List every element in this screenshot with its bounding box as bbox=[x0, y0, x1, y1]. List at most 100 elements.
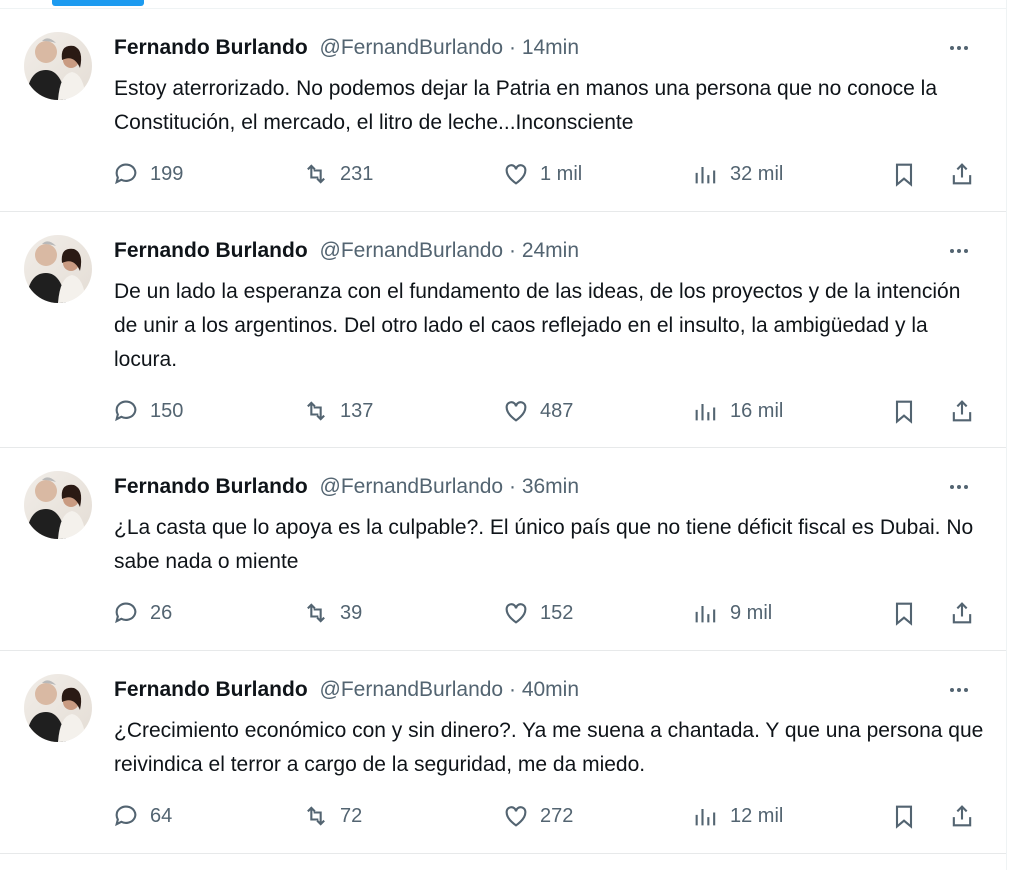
retweet-icon bbox=[307, 603, 325, 623]
reply-button[interactable]: 150 bbox=[112, 394, 183, 428]
timeline-right-border bbox=[1006, 0, 1007, 870]
reply-count: 199 bbox=[150, 162, 184, 185]
separator-dot: · bbox=[508, 678, 516, 701]
retweet-button[interactable]: 39 bbox=[302, 596, 362, 630]
active-tab-indicator bbox=[52, 0, 144, 6]
tweet[interactable]: Fernando Burlando @FernandBurlando · 24m… bbox=[0, 212, 1006, 448]
reply-count: 64 bbox=[150, 804, 173, 827]
like-count: 1 mil bbox=[540, 162, 583, 185]
timestamp[interactable]: 24min bbox=[522, 239, 579, 262]
retweet-count: 72 bbox=[340, 804, 363, 827]
tweet-actions: 150 137 487 16 mil bbox=[112, 394, 992, 428]
tweet-actions: 64 72 272 12 mil bbox=[112, 799, 992, 833]
author-handle[interactable]: @FernandBurlando bbox=[320, 475, 504, 498]
tweet-header: Fernando Burlando @FernandBurlando · 40m… bbox=[114, 676, 946, 704]
views-count: 32 mil bbox=[730, 162, 784, 185]
avatar[interactable] bbox=[24, 674, 92, 742]
share-button[interactable] bbox=[948, 596, 976, 630]
like-button[interactable]: 1 mil bbox=[502, 157, 582, 191]
timestamp[interactable]: 14min bbox=[522, 36, 579, 59]
like-count: 272 bbox=[540, 804, 574, 827]
author-name[interactable]: Fernando Burlando bbox=[114, 36, 308, 59]
more-options-icon[interactable] bbox=[944, 679, 974, 701]
views-chart-icon bbox=[695, 809, 716, 826]
bookmark-icon bbox=[895, 602, 913, 626]
tweet-text: De un lado la esperanza con el fundament… bbox=[114, 280, 961, 371]
share-icon bbox=[952, 805, 972, 827]
author-handle[interactable]: @FernandBurlando bbox=[320, 678, 504, 701]
tweet-header: Fernando Burlando @FernandBurlando · 36m… bbox=[114, 473, 946, 501]
like-count: 487 bbox=[540, 399, 574, 422]
avatar[interactable] bbox=[24, 235, 92, 303]
reply-button[interactable]: 64 bbox=[112, 799, 172, 833]
retweet-icon bbox=[307, 401, 325, 421]
views-button[interactable]: 12 mil bbox=[692, 799, 783, 833]
reply-button[interactable]: 26 bbox=[112, 596, 172, 630]
retweet-icon bbox=[307, 164, 325, 184]
tweet-timeline: Fernando Burlando @FernandBurlando · 14m… bbox=[0, 9, 1006, 854]
views-chart-icon bbox=[695, 167, 716, 184]
retweet-button[interactable]: 231 bbox=[302, 157, 373, 191]
views-chart-icon bbox=[695, 606, 716, 623]
tweet-text: ¿Crecimiento económico con y sin dinero?… bbox=[114, 719, 984, 776]
views-button[interactable]: 9 mil bbox=[692, 596, 772, 630]
bookmark-button[interactable] bbox=[890, 394, 918, 428]
share-icon bbox=[952, 400, 972, 422]
tweet-text: Estoy aterrorizado. No podemos dejar la … bbox=[114, 77, 937, 134]
tweet-actions: 26 39 152 9 mil bbox=[112, 596, 992, 630]
bookmark-button[interactable] bbox=[890, 596, 918, 630]
share-button[interactable] bbox=[948, 157, 976, 191]
views-button[interactable]: 32 mil bbox=[692, 157, 783, 191]
retweet-button[interactable]: 72 bbox=[302, 799, 362, 833]
author-name[interactable]: Fernando Burlando bbox=[114, 239, 308, 262]
more-options-icon[interactable] bbox=[944, 476, 974, 498]
views-chart-icon bbox=[695, 404, 716, 421]
reply-icon bbox=[115, 163, 137, 185]
views-count: 9 mil bbox=[730, 601, 773, 624]
avatar[interactable] bbox=[24, 32, 92, 100]
author-name[interactable]: Fernando Burlando bbox=[114, 475, 308, 498]
author-handle[interactable]: @FernandBurlando bbox=[320, 239, 504, 262]
tweet[interactable]: Fernando Burlando @FernandBurlando · 36m… bbox=[0, 448, 1006, 651]
separator-dot: · bbox=[508, 36, 516, 59]
reply-count: 26 bbox=[150, 601, 173, 624]
like-button[interactable]: 487 bbox=[502, 394, 573, 428]
reply-icon bbox=[115, 805, 137, 827]
share-button[interactable] bbox=[948, 799, 976, 833]
author-name[interactable]: Fernando Burlando bbox=[114, 678, 308, 701]
reply-icon bbox=[115, 602, 137, 624]
tweet-header: Fernando Burlando @FernandBurlando · 24m… bbox=[114, 237, 946, 265]
like-button[interactable]: 272 bbox=[502, 799, 573, 833]
reply-button[interactable]: 199 bbox=[112, 157, 183, 191]
share-icon bbox=[952, 163, 972, 185]
bookmark-icon bbox=[895, 163, 913, 187]
heart-icon bbox=[505, 401, 527, 422]
like-count: 152 bbox=[540, 601, 574, 624]
tweet-header: Fernando Burlando @FernandBurlando · 14m… bbox=[114, 34, 946, 62]
views-button[interactable]: 16 mil bbox=[692, 394, 783, 428]
bookmark-icon bbox=[895, 400, 913, 424]
tweet[interactable]: Fernando Burlando @FernandBurlando · 14m… bbox=[0, 9, 1006, 212]
separator-dot: · bbox=[508, 475, 516, 498]
timestamp[interactable]: 36min bbox=[522, 475, 579, 498]
tweet[interactable]: Fernando Burlando @FernandBurlando · 40m… bbox=[0, 651, 1006, 854]
share-button[interactable] bbox=[948, 394, 976, 428]
retweet-button[interactable]: 137 bbox=[302, 394, 373, 428]
reply-count: 150 bbox=[150, 399, 184, 422]
tweet-actions: 199 231 1 mil 32 mil bbox=[112, 157, 992, 191]
separator-dot: · bbox=[508, 239, 516, 262]
avatar[interactable] bbox=[24, 471, 92, 539]
bookmark-button[interactable] bbox=[890, 157, 918, 191]
views-count: 12 mil bbox=[730, 804, 784, 827]
author-handle[interactable]: @FernandBurlando bbox=[320, 36, 504, 59]
heart-icon bbox=[505, 164, 527, 185]
like-button[interactable]: 152 bbox=[502, 596, 573, 630]
timestamp[interactable]: 40min bbox=[522, 678, 579, 701]
more-options-icon[interactable] bbox=[944, 240, 974, 262]
views-count: 16 mil bbox=[730, 399, 784, 422]
share-icon bbox=[952, 602, 972, 624]
retweet-count: 39 bbox=[340, 601, 363, 624]
more-options-icon[interactable] bbox=[944, 37, 974, 59]
bookmark-button[interactable] bbox=[890, 799, 918, 833]
bookmark-icon bbox=[895, 805, 913, 829]
